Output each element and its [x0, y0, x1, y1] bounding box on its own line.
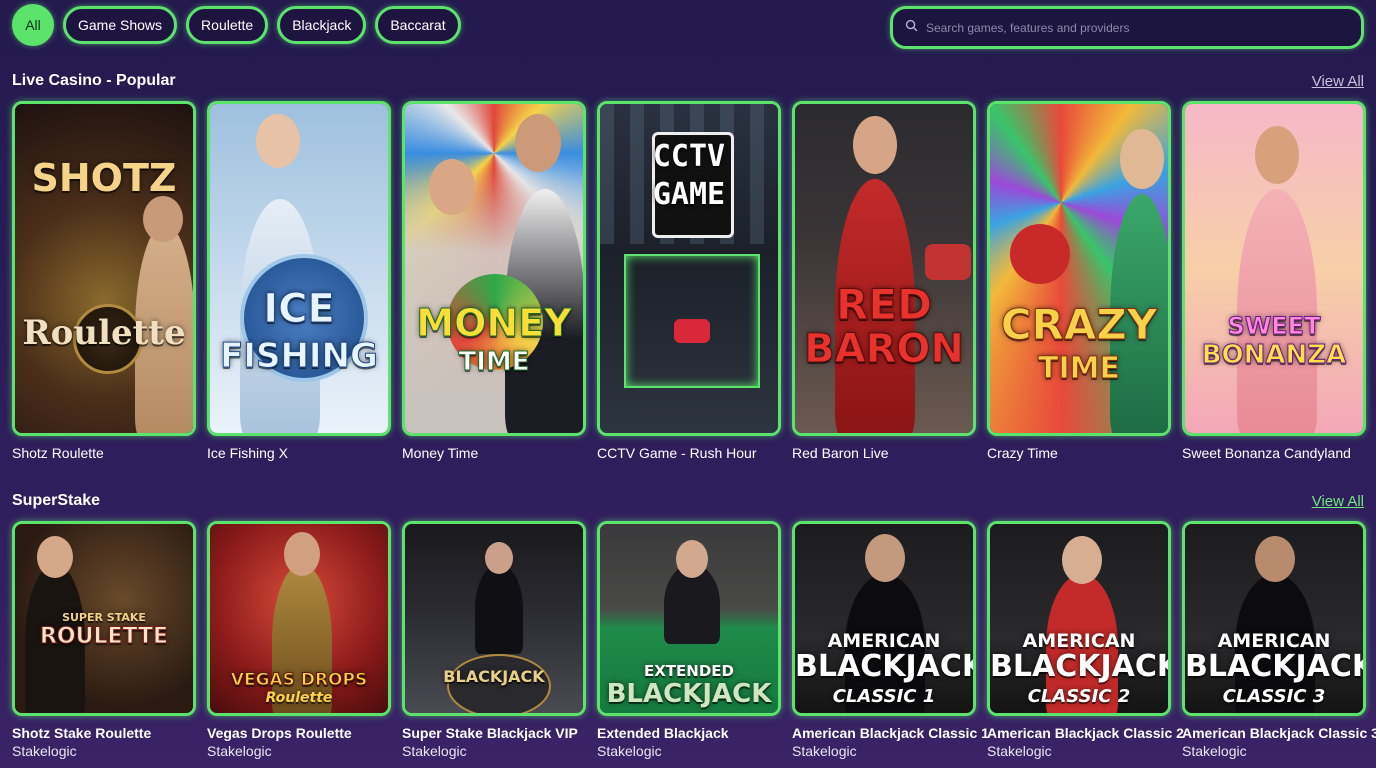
game-title: American Blackjack Classic 1 [792, 725, 989, 741]
game-card-shotz-roulette[interactable]: SHOTZ Roulette Shotz Roulette [12, 101, 196, 461]
filter-roulette[interactable]: Roulette [186, 6, 269, 44]
game-logo-text: BLACKJACK [1185, 649, 1366, 684]
game-logo-text: SHOTZ [31, 156, 177, 200]
game-logo-text: Roulette [22, 313, 186, 353]
game-thumbnail[interactable]: AMERICAN BLACKJACK CLASSIC 2 [987, 521, 1171, 716]
game-provider: Stakelogic [792, 743, 857, 759]
game-provider: Stakelogic [12, 743, 77, 759]
filter-baccarat[interactable]: Baccarat [375, 6, 461, 44]
game-provider: Stakelogic [402, 743, 467, 759]
game-thumbnail[interactable]: SHOTZ Roulette [12, 101, 196, 436]
game-title: CCTV Game - Rush Hour [597, 445, 757, 461]
game-provider: Stakelogic [987, 743, 1052, 759]
game-title: Shotz Stake Roulette [12, 725, 152, 741]
game-logo-text: CRAZY [1000, 300, 1158, 349]
game-thumbnail[interactable]: AMERICAN BLACKJACK CLASSIC 3 [1182, 521, 1366, 716]
game-card-money-time[interactable]: MONEY TIME Money Time [402, 101, 586, 461]
game-card-vegas-drops-roulette[interactable]: VEGAS DROPS Roulette Vegas Drops Roulett… [207, 521, 391, 759]
game-logo-text: FISHING [220, 336, 379, 376]
game-logo-text: GAME [652, 177, 726, 212]
game-logo-text: EXTENDED [644, 662, 734, 680]
game-thumbnail[interactable]: SWEET BONANZA [1182, 101, 1366, 436]
game-logo-text: TIME [458, 347, 530, 377]
game-thumbnail[interactable]: BLACKJACK [402, 521, 586, 716]
game-logo-text: TIME [1038, 351, 1121, 386]
filter-game-shows[interactable]: Game Shows [63, 6, 178, 44]
game-logo-text: Roulette [265, 690, 333, 706]
game-card-super-stake-blackjack-vip[interactable]: BLACKJACK Super Stake Blackjack VIP Stak… [402, 521, 586, 759]
search-box[interactable] [890, 6, 1364, 49]
game-thumbnail[interactable]: EXTENDED BLACKJACK [597, 521, 781, 716]
game-provider: Stakelogic [207, 743, 272, 759]
game-card-american-blackjack-classic-2[interactable]: AMERICAN BLACKJACK CLASSIC 2 American Bl… [987, 521, 1184, 759]
game-logo-text: SWEET [1227, 312, 1321, 340]
game-card-ice-fishing-x[interactable]: ICE FISHING Ice Fishing X [207, 101, 391, 461]
game-card-cctv-game-rush-hour[interactable]: CCTV GAME CCTV Game - Rush Hour [597, 101, 781, 461]
game-thumbnail[interactable]: VEGAS DROPS Roulette [207, 521, 391, 716]
game-provider: Stakelogic [1182, 743, 1247, 759]
game-title: Red Baron Live [792, 445, 889, 461]
game-title: Ice Fishing X [207, 445, 288, 461]
game-thumbnail[interactable]: SUPER STAKE ROULETTE [12, 521, 196, 716]
view-all-superstake[interactable]: View All [1312, 493, 1364, 510]
filter-all[interactable]: All [12, 4, 54, 46]
game-title: Shotz Roulette [12, 445, 104, 461]
game-logo-text: CLASSIC 2 [1027, 686, 1131, 707]
search-icon [905, 19, 924, 37]
game-logo-text: BARON [804, 326, 965, 372]
game-title: Sweet Bonanza Candyland [1182, 445, 1351, 461]
game-title: Extended Blackjack [597, 725, 729, 741]
game-title: Vegas Drops Roulette [207, 725, 352, 741]
game-title: American Blackjack Classic 2 [987, 725, 1184, 741]
game-logo-text: BLACKJACK [795, 649, 976, 684]
game-title: American Blackjack Classic 3 [1182, 725, 1376, 741]
game-title: Money Time [402, 445, 479, 461]
game-card-sweet-bonanza-candyland[interactable]: SWEET BONANZA Sweet Bonanza Candyland [1182, 101, 1366, 461]
game-card-extended-blackjack[interactable]: EXTENDED BLACKJACK Extended Blackjack St… [597, 521, 781, 759]
game-logo-text: ICE [263, 286, 336, 332]
game-card-american-blackjack-classic-3[interactable]: AMERICAN BLACKJACK CLASSIC 3 American Bl… [1182, 521, 1376, 759]
filter-blackjack[interactable]: Blackjack [277, 6, 367, 44]
game-thumbnail[interactable]: CRAZY TIME [987, 101, 1171, 436]
game-title: Super Stake Blackjack VIP [402, 725, 578, 741]
game-logo-text: BLACKJACK [990, 649, 1171, 684]
game-logo-text: VEGAS DROPS [230, 670, 368, 690]
game-logo-text: CLASSIC 1 [832, 686, 936, 707]
game-thumbnail[interactable]: ICE FISHING [207, 101, 391, 436]
game-title: Crazy Time [987, 445, 1058, 461]
game-thumbnail[interactable]: CCTV GAME [597, 101, 781, 436]
category-filters: All Game Shows Roulette Blackjack Baccar… [12, 4, 461, 46]
game-logo-text: CLASSIC 3 [1222, 686, 1326, 707]
superstake-row: SUPER STAKE ROULETTE Shotz Stake Roulett… [12, 521, 1376, 759]
game-card-red-baron-live[interactable]: RED BARON Red Baron Live [792, 101, 976, 461]
game-thumbnail[interactable]: RED BARON [792, 101, 976, 436]
game-logo-text: RED [836, 280, 933, 329]
game-logo-text: ROULETTE [39, 624, 169, 649]
game-logo-text: BLACKJACK [606, 679, 772, 709]
game-logo-text: BONANZA [1201, 340, 1347, 370]
live-casino-popular-row: SHOTZ Roulette Shotz Roulette ICE FISHIN… [12, 101, 1366, 461]
game-thumbnail[interactable]: MONEY TIME [402, 101, 586, 436]
search-input[interactable] [924, 19, 1348, 36]
view-all-live-casino-popular[interactable]: View All [1312, 73, 1364, 90]
game-logo-text: MONEY [416, 301, 572, 345]
section-title-live-casino-popular: Live Casino - Popular [12, 72, 176, 89]
game-logo-text: BLACKJACK [443, 667, 545, 686]
game-provider: Stakelogic [597, 743, 662, 759]
game-thumbnail[interactable]: AMERICAN BLACKJACK CLASSIC 1 [792, 521, 976, 716]
section-title-superstake: SuperStake [12, 492, 101, 509]
game-logo-text: SUPER STAKE [62, 611, 146, 624]
game-card-crazy-time[interactable]: CRAZY TIME Crazy Time [987, 101, 1171, 461]
game-card-american-blackjack-classic-1[interactable]: AMERICAN BLACKJACK CLASSIC 1 American Bl… [792, 521, 989, 759]
game-logo-text: CCTV [652, 139, 726, 174]
game-card-shotz-stake-roulette[interactable]: SUPER STAKE ROULETTE Shotz Stake Roulett… [12, 521, 196, 759]
